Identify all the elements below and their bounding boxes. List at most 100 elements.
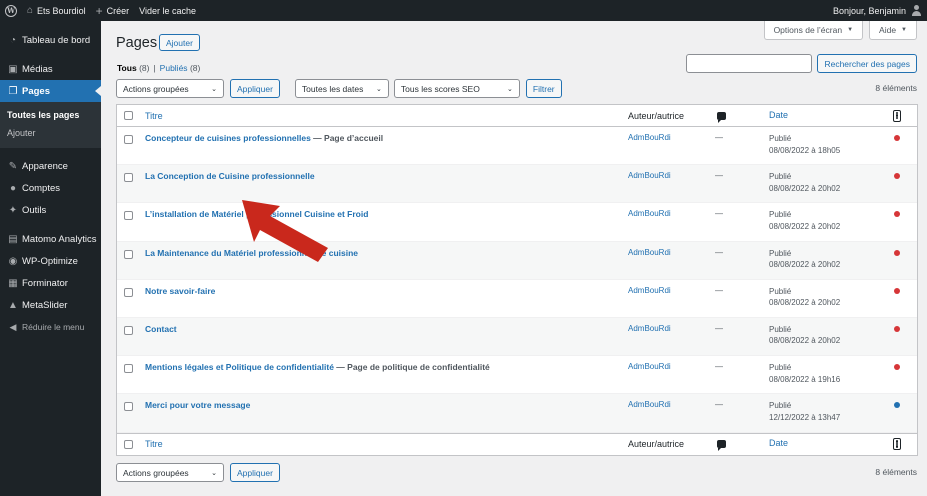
comment-count: — (715, 247, 723, 257)
home-icon: ⌂ (27, 5, 34, 16)
sidebar-item-appearance[interactable]: ✎ Apparence (0, 155, 101, 177)
page-title-link[interactable]: Notre savoir-faire (145, 286, 215, 296)
publish-date: 08/08/2022 à 20h02 (769, 183, 841, 193)
comment-count: — (715, 285, 723, 295)
seo-score-dot-icon (894, 249, 900, 256)
sidebar-item-media[interactable]: ▣ Médias (0, 58, 101, 80)
date-filter-select[interactable]: Toutes les dates ⌄ (294, 79, 389, 98)
author-link[interactable]: AdmBouRdi (628, 324, 671, 333)
author-link[interactable]: AdmBouRdi (628, 133, 671, 142)
admin-bar: W ⌂ Ets Bourdiol + Créer Vider le cache Bo… (0, 0, 927, 21)
sidebar-item-wp-optimize[interactable]: ◉ WP-Optimize (0, 250, 101, 272)
author-link[interactable]: AdmBouRdi (628, 400, 671, 409)
pages-icon: ❐ (8, 85, 18, 97)
help-button[interactable]: Aide ▼ (869, 21, 917, 40)
seo-score-select[interactable]: Tous les scores SEO ⌄ (393, 79, 520, 98)
page-title-link[interactable]: La Maintenance du Matériel professionnel… (145, 248, 358, 258)
row-checkbox[interactable] (124, 325, 133, 335)
comment-count: — (715, 171, 723, 181)
apply-bulk-button[interactable]: Appliquer (230, 79, 280, 98)
row-checkbox[interactable] (124, 287, 133, 297)
search-box: Rechercher des pages (686, 54, 917, 73)
sort-date-link[interactable]: Date (769, 438, 788, 448)
seo-score-dot-icon (894, 402, 900, 409)
page-title-link[interactable]: Concepteur de cuisines professionnelles (145, 133, 311, 143)
publish-status: Publié (769, 248, 792, 258)
page-title-link[interactable]: Merci pour votre message (145, 400, 250, 410)
post-state: — Page de politique de confidentialité (336, 362, 490, 373)
collapse-arrow-icon: ◀ (9, 321, 17, 332)
select-all-checkbox[interactable] (124, 111, 133, 120)
row-checkbox[interactable] (124, 135, 133, 144)
plus-icon: + (95, 3, 103, 18)
matomo-icon: ▤ (8, 233, 18, 245)
bulk-action-select[interactable]: Actions groupées ⌄ (116, 463, 224, 482)
publish-date: 08/08/2022 à 18h05 (769, 145, 841, 155)
author-link[interactable]: AdmBouRdi (628, 209, 671, 218)
new-content-link[interactable]: + Créer (91, 0, 135, 21)
sidebar-item-users[interactable]: ● Comptes (0, 177, 101, 199)
sidebar-item-dashboard[interactable]: ◔ Tableau de bord (0, 29, 101, 51)
metaslider-icon: ▲ (8, 299, 18, 311)
row-checkbox[interactable] (124, 173, 133, 183)
filter-button[interactable]: Filtrer (525, 79, 562, 98)
sidebar-item-pages[interactable]: ❐ Pages (0, 80, 101, 102)
author-link[interactable]: AdmBouRdi (628, 171, 671, 180)
collapse-menu-button[interactable]: ◀ Réduire le menu (0, 316, 101, 338)
items-count-top: 8 éléments (875, 83, 917, 93)
publish-date: 08/08/2022 à 19h16 (769, 374, 841, 384)
author-column-header: Auteur/autrice (628, 439, 685, 449)
clear-cache-link[interactable]: Vider le cache (134, 0, 201, 21)
comment-bubble-icon (717, 440, 726, 451)
caret-down-icon: ▼ (901, 27, 907, 33)
publish-status: Publié (769, 286, 792, 296)
row-checkbox[interactable] (124, 211, 133, 221)
author-link[interactable]: AdmBouRdi (628, 362, 671, 371)
publish-status: Publié (769, 363, 792, 373)
sort-date-link[interactable]: Date (769, 110, 788, 120)
publish-status: Publié (769, 401, 792, 411)
author-link[interactable]: AdmBouRdi (628, 286, 671, 295)
site-name-link[interactable]: ⌂ Ets Bourdiol (22, 0, 91, 21)
seo-score-dot-icon (894, 173, 900, 180)
submenu-all-pages[interactable]: Toutes les pages (0, 106, 101, 124)
caret-down-icon: ▼ (847, 27, 854, 33)
sort-title-link[interactable]: Titre (145, 439, 163, 449)
add-new-page-button[interactable]: Ajouter (159, 34, 200, 51)
admin-sidebar: ◔ Tableau de bord ▣ Médias ❐ Pages Toutes l… (0, 21, 101, 496)
sidebar-item-matomo[interactable]: ▤ Matomo Analytics (0, 228, 101, 250)
page-title-link[interactable]: Contact (145, 324, 177, 334)
sidebar-item-forminator[interactable]: ▦ Forminator (0, 272, 101, 294)
sort-title-link[interactable]: Titre (145, 111, 163, 121)
pages-submenu: Toutes les pages Ajouter (0, 102, 101, 148)
row-checkbox[interactable] (124, 402, 133, 412)
row-checkbox[interactable] (124, 249, 133, 259)
table-row: Merci pour votre message AdmBouRdi — Publié… (117, 394, 917, 433)
page-title-link[interactable]: L’installation de Matériel professionnel… (145, 209, 368, 219)
page-title-link[interactable]: Mentions légales et Politique de confide… (145, 362, 334, 372)
seo-score-dot-icon (894, 364, 900, 371)
publish-status: Publié (769, 134, 792, 143)
views-separator: | (153, 63, 156, 73)
view-published[interactable]: Publiés (8) (160, 63, 201, 73)
wordpress-logo-icon[interactable]: W (0, 0, 22, 21)
comment-bubble-icon (717, 111, 726, 123)
select-all-checkbox[interactable] (124, 439, 133, 449)
search-pages-button[interactable]: Rechercher des pages (817, 54, 917, 73)
author-link[interactable]: AdmBouRdi (628, 248, 671, 257)
user-account-link[interactable]: Bonjour, Benjamin (828, 0, 927, 21)
table-row: La Conception de Cuisine professionnelle… (117, 165, 917, 204)
screen-options-button[interactable]: Options de l’écran ▼ (763, 21, 864, 40)
view-all[interactable]: Tous (8) (117, 63, 149, 73)
search-input[interactable] (686, 54, 813, 73)
submenu-add-page[interactable]: Ajouter (0, 124, 101, 142)
row-checkbox[interactable] (124, 364, 133, 374)
seo-score-dot-icon (894, 211, 900, 218)
sidebar-item-metaslider[interactable]: ▲ MetaSlider (0, 294, 101, 316)
apply-bulk-button[interactable]: Appliquer (230, 463, 280, 482)
bulk-action-select[interactable]: Actions groupées ⌄ (116, 79, 224, 98)
page-title-link[interactable]: La Conception de Cuisine professionnelle (145, 171, 315, 181)
sidebar-item-tools[interactable]: ✦ Outils (0, 199, 101, 221)
table-row: Contact AdmBouRdi — Publié 08/08/2022 à 20h0… (117, 317, 917, 357)
status-views: Tous (8) | Publiés (8) (117, 63, 200, 73)
